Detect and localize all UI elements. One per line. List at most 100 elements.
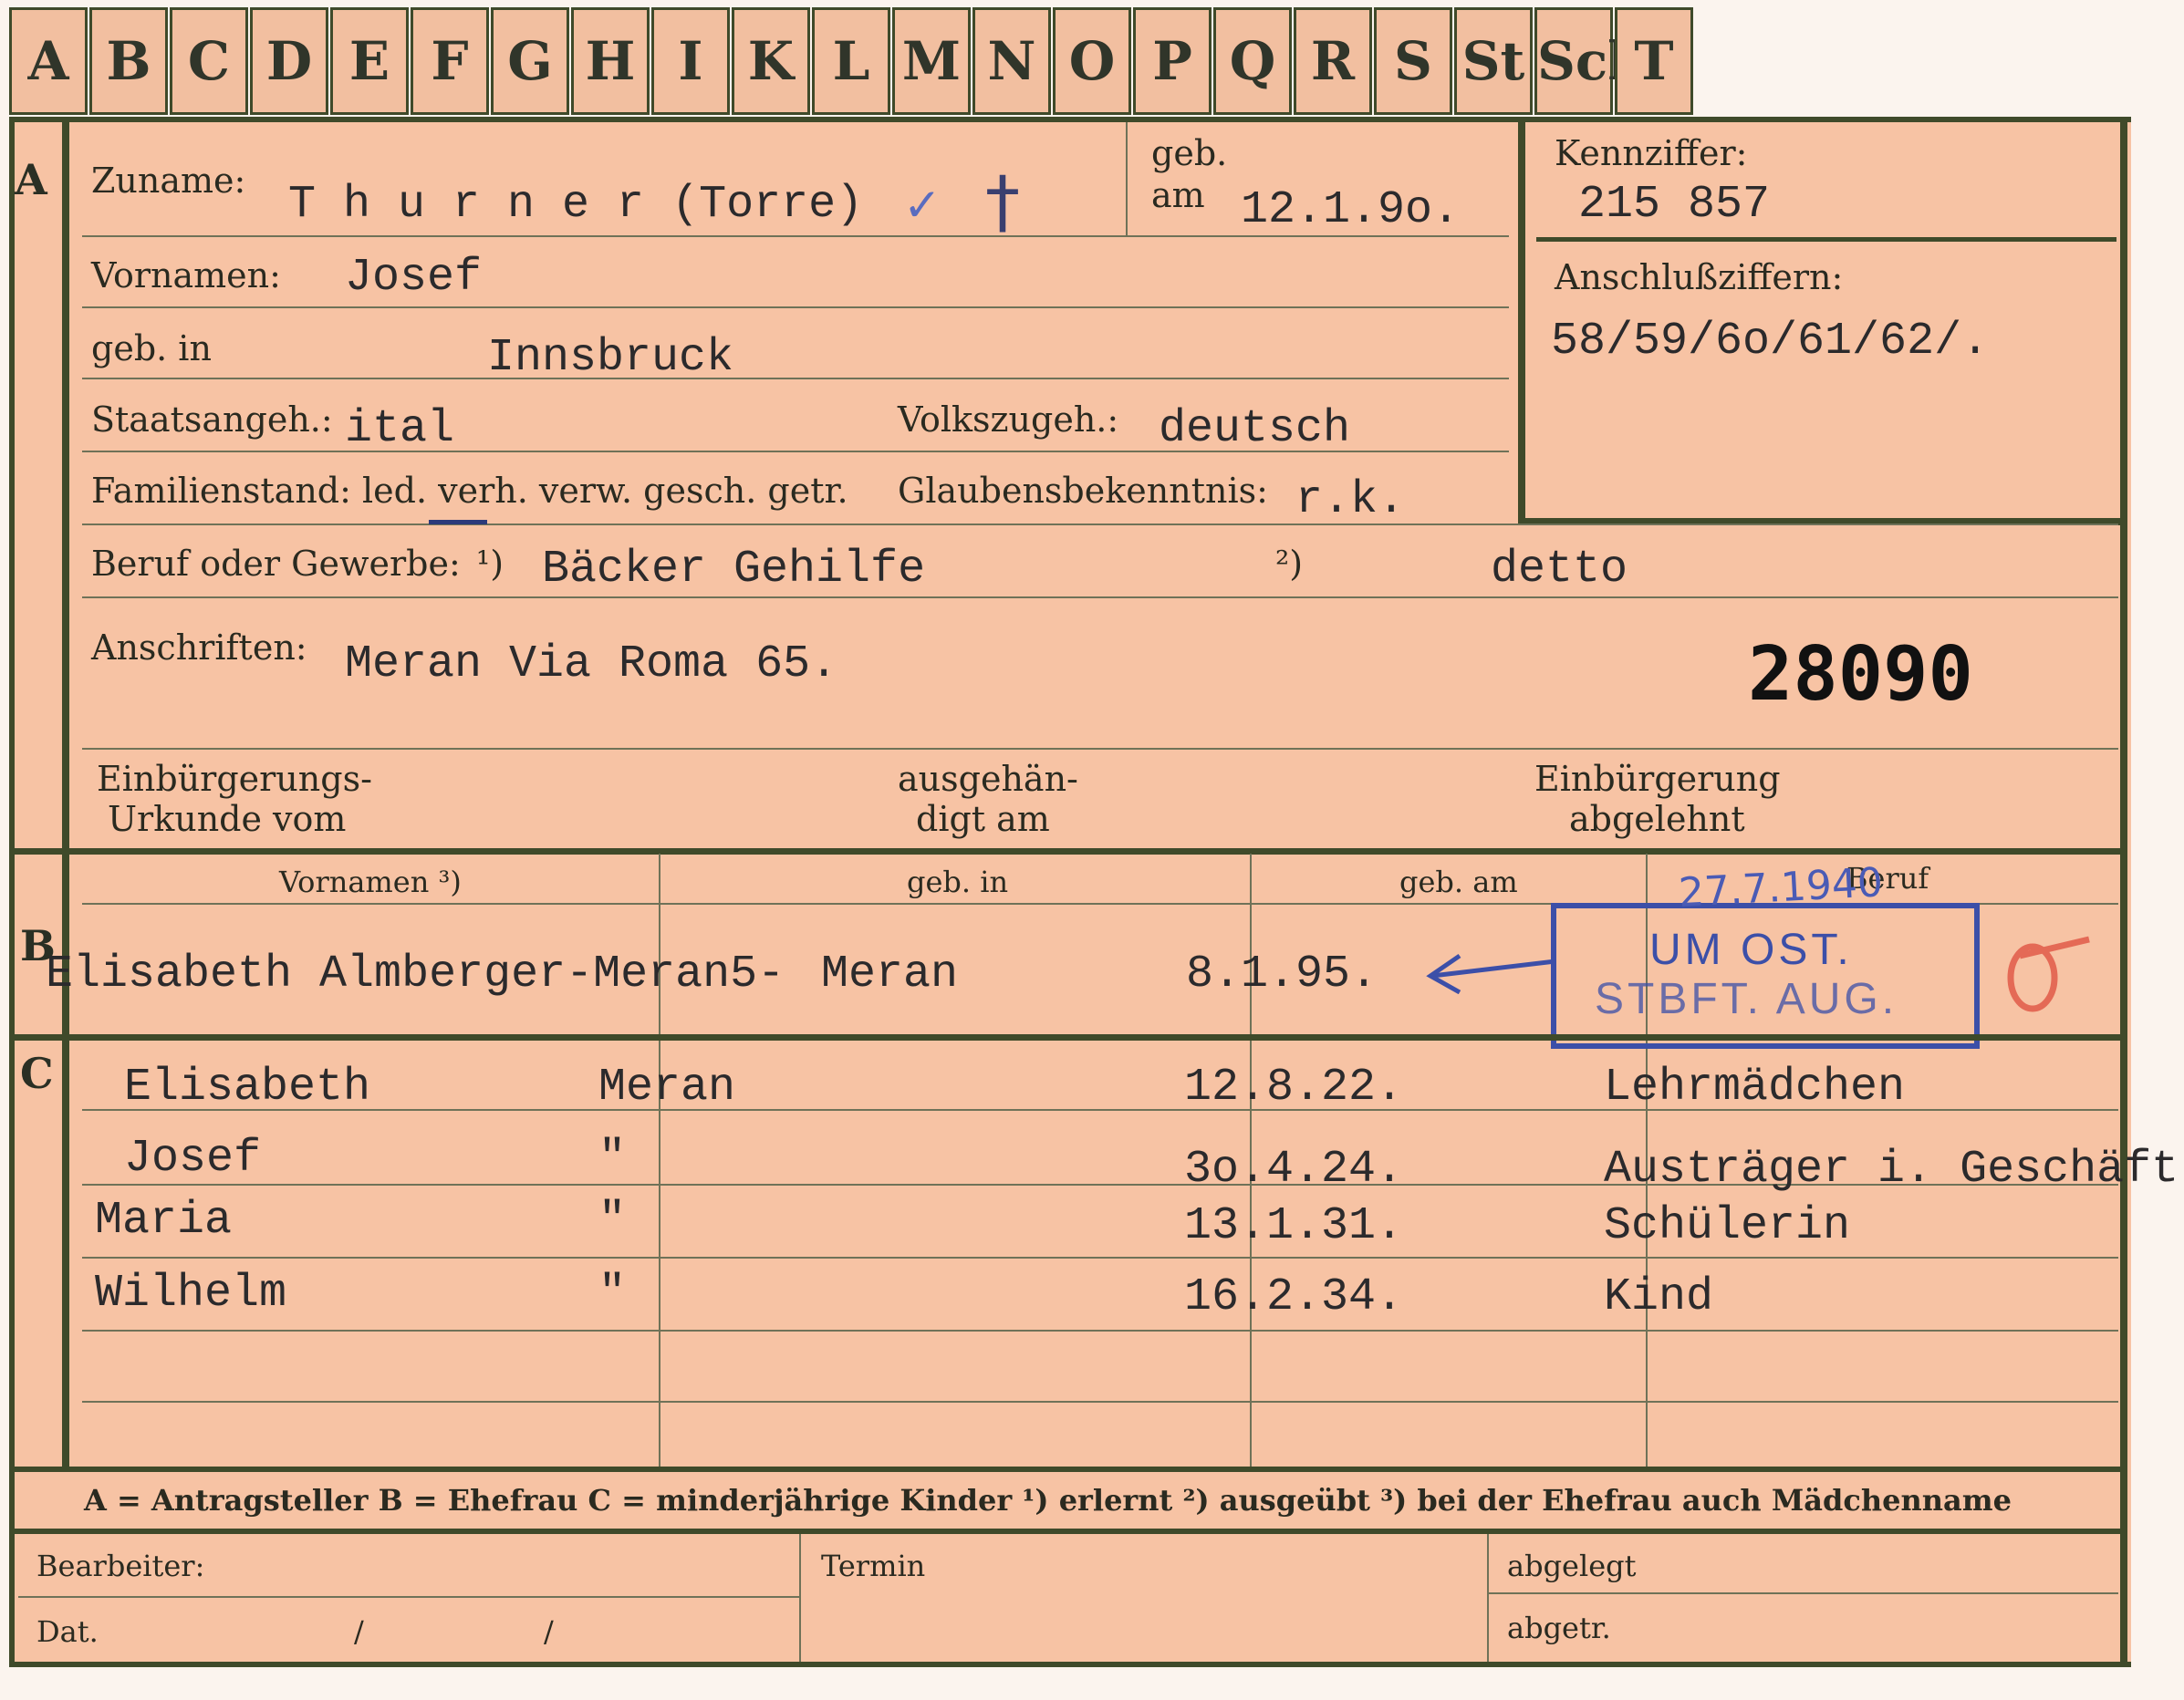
section-divider-bc bbox=[9, 1034, 2126, 1041]
child-place: " bbox=[598, 1195, 627, 1247]
tab-b[interactable]: B bbox=[89, 7, 168, 115]
row-line bbox=[82, 523, 2118, 525]
naturalization-label-1: Einbürgerungs- bbox=[97, 759, 372, 799]
tab-l[interactable]: L bbox=[812, 7, 890, 115]
id-value: 215 857 bbox=[1578, 179, 1771, 231]
occupation-label: Beruf oder Gewerbe: bbox=[91, 544, 461, 584]
born-date: 12.1.9o. bbox=[1241, 184, 1461, 236]
tab-h[interactable]: H bbox=[571, 7, 650, 115]
footer-row-line bbox=[18, 1596, 799, 1598]
child-date: 12.8.22. bbox=[1184, 1062, 1404, 1114]
tab-t[interactable]: T bbox=[1615, 7, 1693, 115]
child-occupation: Schülerin bbox=[1604, 1200, 1851, 1252]
child-place: Meran bbox=[598, 1062, 736, 1114]
id-box-left bbox=[1518, 119, 1525, 525]
surname-label: Zuname: bbox=[91, 161, 246, 201]
tab-st[interactable]: St bbox=[1454, 7, 1533, 115]
tab-d[interactable]: D bbox=[250, 7, 328, 115]
tab-a[interactable]: A bbox=[9, 7, 88, 115]
child-place: " bbox=[598, 1133, 627, 1185]
wife-header-firstname: Vornamen ³) bbox=[279, 865, 462, 899]
date-label: Dat. bbox=[36, 1614, 99, 1649]
file-number: 28090 bbox=[1748, 631, 1973, 718]
tab-f[interactable]: F bbox=[411, 7, 489, 115]
born-label-2: am bbox=[1151, 175, 1205, 215]
legend-bottom-line bbox=[9, 1529, 2126, 1534]
tab-i[interactable]: I bbox=[651, 7, 730, 115]
wife-birthplace: Meran bbox=[821, 948, 959, 1000]
firstname-value: Josef bbox=[345, 252, 483, 304]
red-check-icon bbox=[2007, 936, 2090, 1012]
section-divider-ab bbox=[9, 848, 2126, 855]
connect-value: 58/59/6o/61/62/. bbox=[1551, 316, 1990, 368]
tab-q[interactable]: Q bbox=[1213, 7, 1292, 115]
row-line bbox=[82, 1257, 2118, 1259]
stamp-line-1: UM OST. bbox=[1649, 926, 1853, 974]
child-name: Maria bbox=[95, 1195, 233, 1247]
date-slash-2: / bbox=[544, 1614, 554, 1649]
wife-birthdate: 8.1.95. bbox=[1186, 948, 1378, 1000]
tab-sch[interactable]: Sch bbox=[1534, 7, 1646, 115]
tab-k[interactable]: K bbox=[732, 7, 810, 115]
marital-label: Familienstand: led. verh. verw. gesch. g… bbox=[91, 471, 848, 511]
religion-value: r.k. bbox=[1295, 474, 1406, 526]
frame-right bbox=[2120, 117, 2127, 1667]
address-value: Meran Via Roma 65. bbox=[345, 638, 838, 690]
frame-top bbox=[9, 117, 2131, 122]
cross-mark: † bbox=[985, 161, 1020, 242]
birthdate-divider bbox=[1126, 122, 1128, 235]
footer-divider-1 bbox=[799, 1534, 801, 1662]
column-divider-1 bbox=[659, 854, 660, 1470]
naturalization-label-2: Urkunde vom bbox=[108, 799, 347, 839]
legend-top-line bbox=[9, 1467, 2126, 1472]
child-name: Elisabeth bbox=[124, 1062, 371, 1114]
section-margin-line bbox=[62, 119, 69, 1468]
marital-underline bbox=[429, 520, 487, 524]
citizenship-label: Staatsangeh.: bbox=[91, 399, 333, 440]
birthplace-value: Innsbruck bbox=[487, 332, 734, 384]
tab-g[interactable]: G bbox=[491, 7, 569, 115]
rejected-label-2: abgelehnt bbox=[1569, 799, 1745, 839]
citizenship-value: ital bbox=[345, 403, 455, 455]
tab-r[interactable]: R bbox=[1294, 7, 1372, 115]
tab-p[interactable]: P bbox=[1133, 7, 1212, 115]
ethnicity-label: Volkszugeh.: bbox=[898, 399, 1119, 440]
occupation-2: detto bbox=[1491, 544, 1628, 596]
born-label-1: geb. bbox=[1151, 133, 1228, 173]
arrow-icon bbox=[1426, 953, 1556, 994]
row-line bbox=[82, 748, 2118, 750]
footer-row-line bbox=[1489, 1592, 2118, 1594]
child-date: 13.1.31. bbox=[1184, 1200, 1404, 1252]
row-line bbox=[82, 1330, 2118, 1332]
tab-n[interactable]: N bbox=[972, 7, 1051, 115]
legend: A = Antragsteller B = Ehefrau C = minder… bbox=[84, 1483, 2012, 1518]
check-mark: ✓ bbox=[903, 179, 941, 232]
frame-left bbox=[9, 117, 15, 1667]
clerk-label: Bearbeiter: bbox=[36, 1549, 205, 1583]
wife-name: Elisabeth Almberger-Meran5- bbox=[46, 948, 785, 1000]
tab-s[interactable]: S bbox=[1374, 7, 1452, 115]
footer-divider-2 bbox=[1487, 1534, 1489, 1662]
surname-value: T h u r n e r (Torre) bbox=[288, 179, 864, 231]
tab-m[interactable]: M bbox=[892, 7, 971, 115]
row-line bbox=[82, 1401, 2118, 1403]
id-box-divider bbox=[1536, 237, 2116, 242]
wife-header-birthplace: geb. in bbox=[907, 865, 1009, 899]
handed-label-2: digt am bbox=[916, 799, 1050, 839]
term-label: Termin bbox=[821, 1549, 926, 1583]
tab-e[interactable]: E bbox=[330, 7, 409, 115]
tab-o[interactable]: O bbox=[1053, 7, 1131, 115]
row-line bbox=[82, 378, 1509, 379]
connect-label: Anschlußziffern: bbox=[1555, 257, 1844, 297]
section-c-marker: C bbox=[20, 1049, 54, 1098]
child-date: 3o.4.24. bbox=[1184, 1144, 1404, 1196]
row-line bbox=[82, 306, 1509, 308]
child-name: Josef bbox=[124, 1133, 262, 1185]
tab-c[interactable]: C bbox=[170, 7, 248, 115]
footnote-2: ²) bbox=[1275, 544, 1304, 584]
wife-header-birthdate: geb. am bbox=[1399, 865, 1518, 899]
child-date: 16.2.34. bbox=[1184, 1271, 1404, 1323]
stamp-line-2: STBFT. AUG. bbox=[1595, 975, 1898, 1023]
religion-label: Glaubensbekenntnis: bbox=[898, 471, 1268, 511]
handed-label-1: ausgehän- bbox=[898, 759, 1078, 799]
